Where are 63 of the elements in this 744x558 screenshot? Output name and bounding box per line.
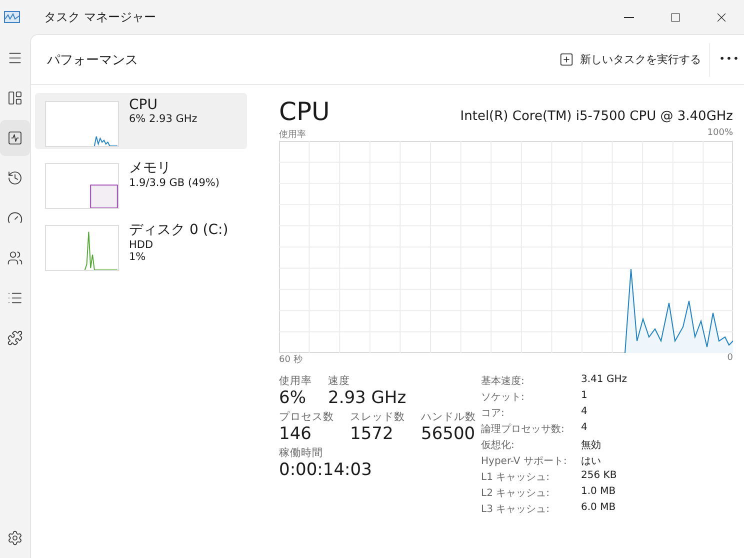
spec-label: 論理プロセッサ数: (481, 422, 566, 436)
stat-value: 6% (279, 388, 307, 408)
history-icon (7, 170, 23, 186)
device-info: 1% (129, 251, 147, 263)
spec-label: 仮想化: (481, 438, 516, 452)
device-item[interactable]: ディスク 0 (C:) HDD 1% (35, 217, 247, 277)
stat-label: 稼働時間 (279, 446, 324, 460)
window-title: タスク マネージャー (44, 8, 157, 26)
more-button[interactable]: ••• (709, 42, 744, 76)
cpu-model: Intel(R) Core(TM) i5-7500 CPU @ 3.40GHz (460, 109, 733, 124)
stat-value: 0:00:14:03 (279, 460, 372, 480)
run-task-button[interactable]: 新しいタスクを実行する (551, 46, 709, 73)
axis-label: 60 秒 (279, 354, 302, 366)
stat-label: プロセス数 (279, 410, 334, 424)
minimize-icon (624, 16, 634, 18)
spec-value: 4 (581, 406, 588, 419)
activity-nav-button[interactable] (0, 120, 30, 156)
stat-label: スレッド数 (350, 410, 405, 424)
spec-value: はい (581, 455, 602, 468)
gauge-icon (7, 210, 23, 226)
spec-label: Hyper-V サポート: (481, 455, 568, 468)
stat-value: 56500 (421, 424, 476, 444)
spec-value: 無効 (581, 438, 602, 452)
stat-label: 速度 (328, 374, 351, 388)
spec-label: L1 キャッシュ: (481, 471, 550, 484)
detail-title: CPU (279, 97, 330, 126)
spec-value: 3.41 GHz (581, 374, 627, 387)
spec-label: コア: (481, 407, 506, 420)
spec-label: 基本速度: (481, 374, 526, 388)
spec-value: 6.0 MB (581, 502, 617, 515)
users-icon (7, 250, 23, 266)
spec-label: L2 キャッシュ: (481, 487, 550, 500)
stat-value: 146 (279, 424, 312, 444)
device-info: HDD (129, 239, 154, 251)
spec-label: L3 キャッシュ: (481, 503, 550, 516)
maximize-icon (670, 12, 680, 22)
device-name: メモリ (129, 159, 172, 177)
spec-value: 1.0 MB (581, 486, 617, 499)
axis-label: 100% (707, 128, 733, 140)
app-icon (4, 11, 20, 23)
menu-icon (7, 50, 23, 66)
spec-label: ソケット: (481, 391, 526, 404)
stat-value: 2.93 GHz (328, 388, 406, 408)
device-info: 1.9/3.9 GB (49%) (129, 177, 220, 189)
spec-value: 256 KB (581, 470, 618, 483)
device-name: ディスク 0 (C:) (129, 221, 228, 239)
grid-icon (7, 90, 23, 106)
device-item[interactable]: メモリ 1.9/3.9 GB (49%) (35, 155, 247, 211)
stat-value: 1572 (350, 424, 394, 444)
axis-label: 0 (727, 353, 733, 365)
page-title: パフォーマンス (47, 52, 139, 68)
stat-label: ハンドル数 (421, 410, 476, 424)
activity-icon (7, 130, 23, 146)
puzzle-icon (7, 330, 23, 346)
stat-label: 使用率 (279, 374, 312, 388)
device-info: 6% 2.93 GHz (129, 113, 198, 125)
spec-value: 1 (581, 390, 588, 403)
device-name: CPU (129, 97, 158, 113)
add-task-icon (559, 52, 574, 67)
spec-value: 4 (581, 422, 588, 435)
settings-icon (7, 530, 23, 546)
axis-label: 使用率 (279, 128, 306, 141)
device-item[interactable]: CPU 6% 2.93 GHz (35, 93, 247, 149)
